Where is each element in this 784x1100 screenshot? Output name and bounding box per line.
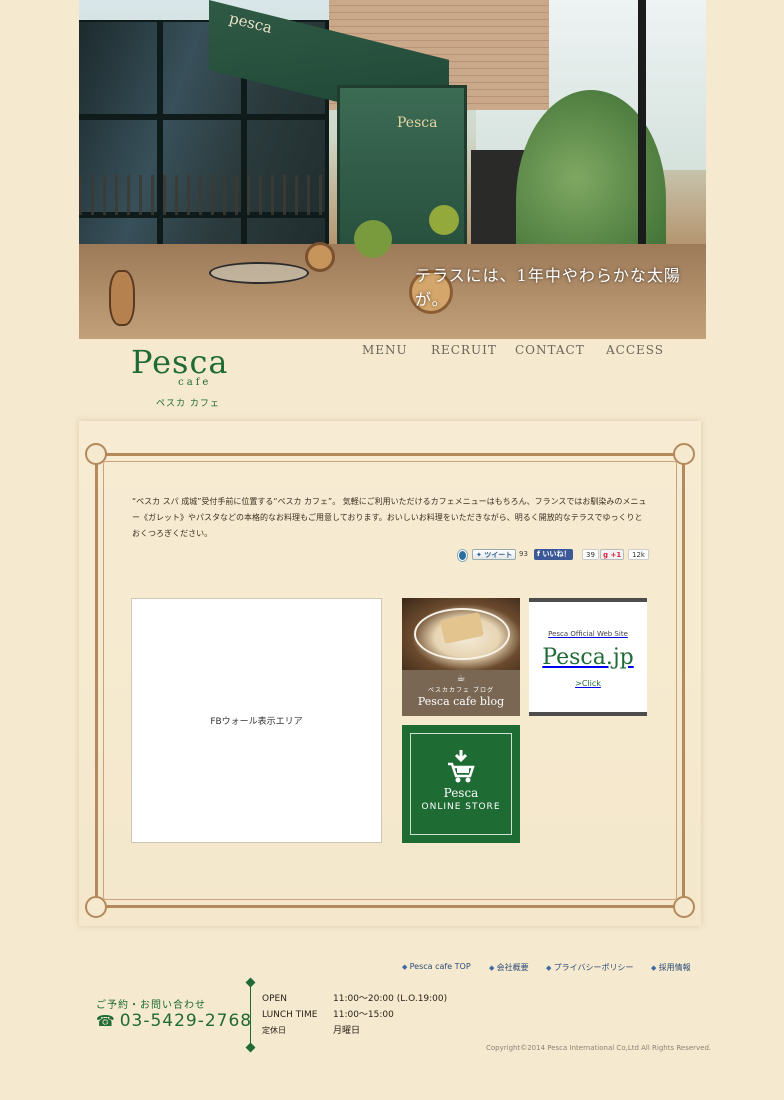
facebook-wall-placeholder: FBウォール表示エリア bbox=[210, 717, 303, 727]
hero-plant bbox=[429, 205, 459, 235]
hours-key: OPEN bbox=[262, 994, 287, 1004]
hours-value: 11:00〜15:00 bbox=[333, 1010, 394, 1020]
crepe-photo bbox=[402, 598, 520, 670]
nav-item-contact[interactable]: CONTACT bbox=[515, 343, 585, 357]
hours-value: 11:00〜20:00 (L.O.19:00) bbox=[333, 994, 448, 1004]
google-plusone-button[interactable]: g +1 bbox=[600, 549, 625, 560]
hours-key: LUNCH TIME bbox=[262, 1010, 318, 1020]
online-store-banner[interactable]: Pesca ONLINE STORE bbox=[402, 725, 520, 843]
blog-banner-band: ☕ ペスカカフェ ブログ Pesca cafe blog bbox=[402, 670, 520, 716]
tweet-button[interactable]: ✦ ツイート bbox=[472, 549, 517, 560]
main-nav: MENU RECRUIT CONTACT ACCESS bbox=[0, 343, 784, 359]
hours-row: 定休日 月曜日 bbox=[262, 1023, 447, 1039]
frame-corner bbox=[673, 896, 695, 918]
like-count: 39 bbox=[582, 549, 599, 560]
hero-chair bbox=[109, 270, 135, 326]
footer-divider bbox=[250, 982, 251, 1048]
blog-banner[interactable]: ☕ ペスカカフェ ブログ Pesca cafe blog bbox=[402, 598, 520, 716]
facebook-like-button[interactable]: f いいね！ bbox=[534, 549, 574, 560]
hero-plant bbox=[354, 220, 392, 258]
footer-link-recruit[interactable]: 採用情報 bbox=[651, 962, 691, 973]
logo-kana: ペスカ カフェ bbox=[156, 399, 220, 409]
intro-text: “ペスカ スパ 成城”受付手前に位置する“ペスカ カフェ”。 気軽にご利用いただ… bbox=[132, 497, 647, 538]
footer-link-top[interactable]: Pesca cafe TOP bbox=[402, 962, 471, 971]
online-store-subtitle: ONLINE STORE bbox=[421, 802, 501, 812]
official-site-click: >Click bbox=[575, 679, 601, 688]
official-site-banner[interactable]: Pesca Official Web Site Pesca.jp >Click bbox=[529, 598, 647, 716]
business-hours: OPEN 11:00〜20:00 (L.O.19:00) LUNCH TIME 11… bbox=[262, 991, 447, 1039]
facebook-wall-area: FBウォール表示エリア bbox=[131, 598, 382, 843]
official-site-title: Pesca.jp bbox=[542, 645, 634, 670]
footer-link-company[interactable]: 会社概要 bbox=[489, 962, 529, 973]
plusone-count: 12k bbox=[628, 549, 649, 560]
frame-corner bbox=[673, 443, 695, 465]
phone-number: 03-5429-2768 bbox=[119, 1011, 253, 1031]
hero-glass-table bbox=[209, 262, 309, 284]
hero-chair bbox=[305, 242, 335, 272]
online-store-name: Pesca bbox=[443, 786, 479, 800]
footer-link-privacy[interactable]: プライバシーポリシー bbox=[546, 962, 634, 973]
online-store-inner: Pesca ONLINE STORE bbox=[410, 733, 512, 835]
mail-icon[interactable] bbox=[458, 550, 467, 561]
hero-railing bbox=[79, 175, 329, 215]
social-buttons: ✦ ツイート 93 f いいね！ 39 g +1 12k bbox=[0, 549, 784, 561]
footer-links: Pesca cafe TOP 会社概要 プライバシーポリシー 採用情報 bbox=[0, 962, 784, 974]
tweet-label: ツイート bbox=[484, 551, 513, 559]
like-label: いいね！ bbox=[542, 550, 571, 558]
coffee-cup-icon: ☕ bbox=[456, 673, 466, 684]
hero-caption: テラスには、1年中やわらかな太陽が。 bbox=[415, 266, 681, 309]
nav-item-menu[interactable]: MENU bbox=[362, 343, 408, 357]
shopping-cart-icon bbox=[448, 750, 475, 783]
contact-label: ご予約・お問い合わせ bbox=[96, 1000, 206, 1011]
frame-corner bbox=[85, 443, 107, 465]
hours-row: OPEN 11:00〜20:00 (L.O.19:00) bbox=[262, 991, 447, 1007]
blog-banner-jp: ペスカカフェ ブログ bbox=[428, 687, 494, 694]
hero-door-sign: Pesca bbox=[397, 115, 438, 131]
nav-item-access[interactable]: ACCESS bbox=[606, 343, 664, 357]
tweet-count: 93 bbox=[519, 550, 528, 558]
frame-corner bbox=[85, 896, 107, 918]
nav-item-recruit[interactable]: RECRUIT bbox=[431, 343, 497, 357]
hours-value: 月曜日 bbox=[333, 1026, 361, 1036]
contact-phone[interactable]: ☎ 03-5429-2768 bbox=[96, 1011, 252, 1031]
hours-row: LUNCH TIME 11:00〜15:00 bbox=[262, 1007, 447, 1023]
hero-image: pesca Pesca テラスには、1年中やわらかな太陽が。 bbox=[79, 0, 706, 339]
google-icon: g bbox=[603, 551, 609, 559]
plusone-label: +1 bbox=[610, 551, 622, 559]
twitter-bird-icon: ✦ bbox=[476, 551, 482, 559]
copyright: Copyright©2014 Pesca International Co,Lt… bbox=[486, 1044, 712, 1052]
official-site-caption: Pesca Official Web Site bbox=[548, 630, 628, 638]
phone-icon: ☎ bbox=[96, 1012, 116, 1030]
hours-key: 定休日 bbox=[262, 1026, 286, 1035]
facebook-icon: f bbox=[537, 550, 541, 558]
blog-banner-en: Pesca cafe blog bbox=[417, 695, 505, 708]
